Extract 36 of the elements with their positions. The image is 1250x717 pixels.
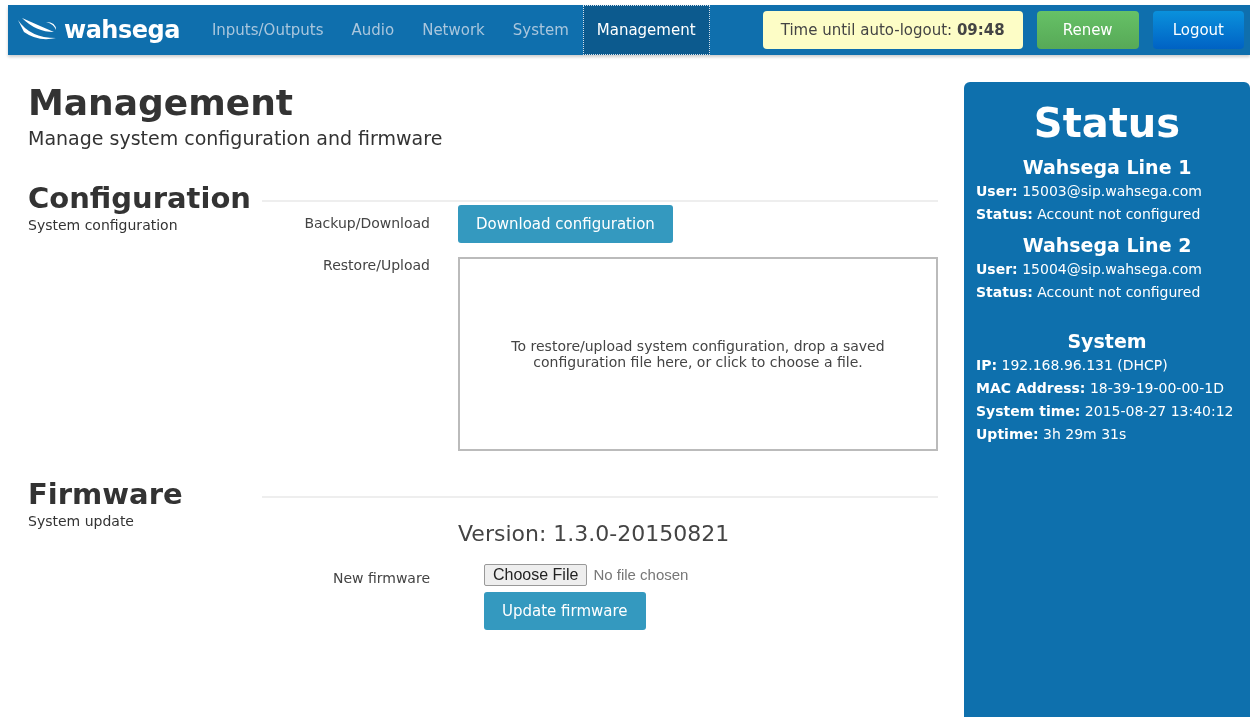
section-description: System update <box>28 512 135 529</box>
status-line: IP: 192.168.96.131 (DHCP) <box>976 356 1169 375</box>
field-label: Backup/Download <box>303 213 431 231</box>
upload-dropzone[interactable]: To restore/upload system configuration, drop a saved configuration file here, or click to choose a file. <box>458 256 938 451</box>
page-title: Management <box>28 83 294 123</box>
section-heading: Configuration <box>28 180 252 215</box>
nav-tab[interactable]: Network <box>408 5 499 55</box>
status-line: User: 15004@sip.wahsega.com <box>976 260 1203 279</box>
logout-timer: Time until auto-logout: 09:48 <box>762 11 1023 49</box>
logout-button[interactable]: Logout <box>1152 11 1244 49</box>
choose-file-button[interactable]: Choose File <box>484 563 588 586</box>
group-heading: Wahsega Line 1 <box>1021 156 1193 178</box>
field-label: New firmware <box>331 568 431 586</box>
nav-tab[interactable]: Management <box>582 5 710 55</box>
nav-tab[interactable]: Audio <box>337 5 409 55</box>
status-line: Uptime: 3h 29m 31s <box>976 425 1128 444</box>
file-status: No file chosen <box>593 566 689 584</box>
status-line: Status: Account not configured <box>976 283 1202 302</box>
logo-text: wahsega <box>64 16 180 44</box>
nav-tab[interactable]: System <box>498 5 583 55</box>
status-line: MAC Address: 18-39-19-00-00-1D <box>976 379 1225 398</box>
firmware-version: Version: 1.3.0-20150821 <box>458 520 731 546</box>
page-subtitle: Manage system configuration and firmware <box>28 126 444 149</box>
status-line: Status: Account not configured <box>976 205 1202 224</box>
update-button[interactable]: Update firmware <box>484 591 646 630</box>
section-description: System configuration <box>28 216 179 233</box>
status-line: System time: 2015-08-27 13:40:12 <box>976 402 1235 421</box>
group-heading: System <box>1066 330 1148 352</box>
group-heading: Wahsega Line 2 <box>1021 234 1193 256</box>
panel-title: Status <box>1032 100 1182 146</box>
nav-tab[interactable]: Inputs/Outputs <box>197 5 338 55</box>
status-line: User: 15003@sip.wahsega.com <box>976 182 1203 201</box>
download-button[interactable]: Download configuration <box>458 204 673 243</box>
field-label: Restore/Upload <box>322 256 431 273</box>
renew-button[interactable]: Renew <box>1036 11 1139 49</box>
section-heading: Firmware <box>28 476 184 511</box>
